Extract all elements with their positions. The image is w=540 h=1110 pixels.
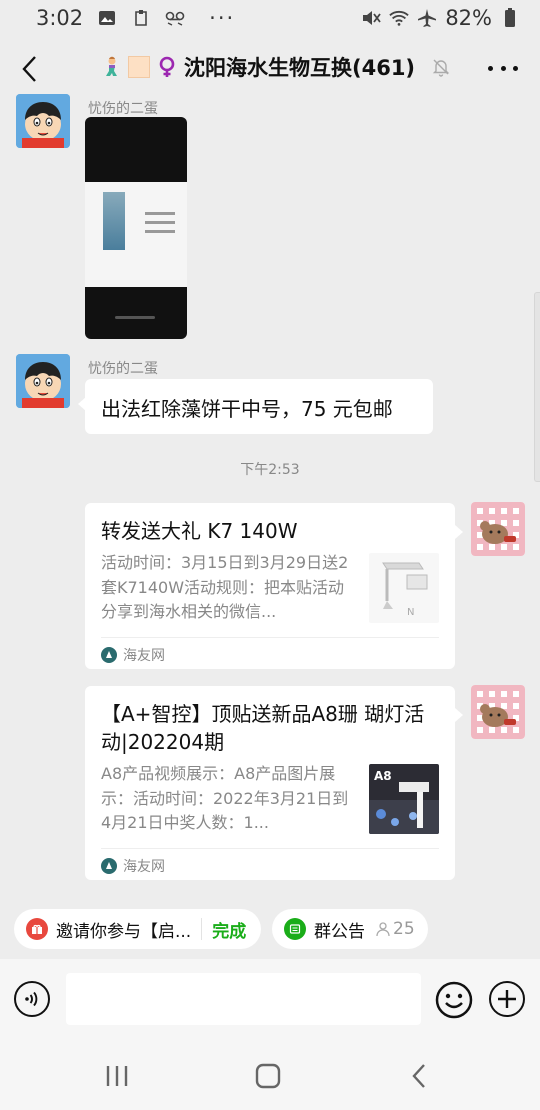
smiley-icon	[435, 981, 473, 1019]
gift-icon	[26, 918, 48, 940]
peach-square-icon	[128, 56, 150, 78]
back-arrow-icon	[412, 1064, 425, 1088]
card-thumbnail: N	[369, 553, 439, 623]
card-thumbnail: A8	[369, 764, 439, 834]
sender-avatar[interactable]	[16, 94, 70, 148]
home-indicator-bar	[115, 316, 155, 319]
message-input[interactable]	[66, 973, 421, 1025]
more-dot	[513, 65, 518, 71]
group-notice-text: 群公告	[314, 921, 365, 942]
a8-coral-light-icon: A8	[369, 764, 439, 834]
mermaid-icon	[100, 56, 122, 78]
notice-reader-count: 25	[375, 919, 415, 939]
haiyou-logo-icon	[101, 857, 117, 874]
recent-apps-button[interactable]	[102, 1061, 132, 1091]
announcement-icon	[284, 918, 306, 940]
female-sign-icon	[156, 56, 178, 78]
wifi-icon	[389, 8, 410, 28]
battery-percent: 82%	[445, 6, 492, 30]
chat-title[interactable]: 沈阳海水生物互换(461)	[100, 52, 451, 82]
link-card[interactable]: 【A+智控】顶贴送新品A8珊 瑚灯活动|202204期 A8产品视频展示：A8产…	[85, 686, 463, 882]
back-button[interactable]	[14, 54, 44, 84]
svg-text:N: N	[407, 607, 414, 618]
thumb-label: A8	[374, 769, 392, 783]
invite-chip[interactable]: 邀请你参与【启... 完成	[14, 909, 261, 949]
system-nav-bar	[0, 1041, 540, 1110]
more-dot	[500, 65, 506, 71]
invite-text: 邀请你参与【启...	[56, 921, 192, 942]
chip-divider	[201, 918, 203, 940]
system-back-button[interactable]	[404, 1061, 434, 1091]
home-icon	[255, 1063, 281, 1089]
notice-count-value: 25	[393, 919, 415, 939]
bell-off-icon	[431, 57, 451, 77]
my-avatar[interactable]	[471, 502, 525, 556]
card-title: 转发送大礼 K7 140W	[101, 519, 298, 543]
image-icon	[97, 8, 117, 28]
status-overflow: ···	[209, 6, 236, 30]
card-description: A8产品视频展示：A8产品图片展示：活动时间：2022年3月21日到4月21日中…	[101, 764, 349, 832]
chevron-left-icon	[22, 56, 36, 82]
time-divider: 下午2:53	[240, 462, 300, 478]
sender-avatar[interactable]	[16, 354, 70, 408]
airplane-icon	[417, 8, 437, 28]
clipboard-icon	[131, 8, 151, 28]
more-button[interactable]	[488, 58, 518, 78]
gingham-bear-avatar-icon	[471, 685, 525, 739]
mute-icon	[361, 8, 382, 28]
sender-name: 忧伤的二蛋	[88, 361, 158, 377]
card-description: 活动时间：3月15日到3月29日送2套K7140W活动规则：把本贴活动分享到海水…	[101, 553, 349, 621]
edge-panel-handle[interactable]	[534, 292, 540, 482]
plus-icon	[498, 990, 516, 1008]
image-message[interactable]	[85, 117, 187, 339]
aquarium-light-icon: N	[369, 553, 439, 623]
text-message-bubble[interactable]: 出法红除藻饼干中号，75 元包邮	[78, 379, 433, 434]
sender-name: 忧伤的二蛋	[88, 101, 158, 117]
invite-done-button[interactable]: 完成	[212, 917, 246, 942]
haiyou-logo-icon	[101, 646, 117, 663]
home-button[interactable]	[253, 1061, 283, 1091]
gingham-bear-avatar-icon	[471, 502, 525, 556]
emoji-button[interactable]	[435, 981, 473, 1019]
battery-icon	[500, 8, 520, 28]
product-thumbnail	[103, 192, 125, 250]
more-dot	[488, 65, 493, 71]
chat-header: 沈阳海水生物互换(461)	[0, 36, 540, 102]
card-source: 海友网	[101, 848, 439, 882]
link-card[interactable]: 转发送大礼 K7 140W 活动时间：3月15日到3月29日送2套K7140W活…	[85, 503, 463, 671]
chat-title-text: 沈阳海水生物互换(461)	[184, 56, 416, 80]
person-icon	[376, 922, 390, 937]
recent-apps-icon	[106, 1066, 128, 1086]
text-lines	[145, 212, 175, 239]
input-bar	[0, 959, 540, 1041]
quick-action-bar: 邀请你参与【启... 完成 群公告 25	[0, 897, 540, 959]
voice-wave-icon	[25, 991, 38, 1007]
group-notice-chip[interactable]: 群公告 25	[272, 909, 428, 949]
card-source: 海友网	[101, 637, 439, 671]
card-title: 【A+智控】顶贴送新品A8珊 瑚灯活动|202204期	[101, 702, 425, 754]
voice-input-button[interactable]	[14, 981, 50, 1017]
more-functions-button[interactable]	[489, 981, 525, 1017]
cartoon-boy-avatar-icon	[16, 354, 70, 408]
my-avatar[interactable]	[471, 685, 525, 739]
voicemail-icon	[165, 8, 185, 28]
status-bar: 3:02 ··· 82%	[0, 0, 540, 36]
status-time: 3:02	[36, 6, 84, 30]
card-source-name: 海友网	[123, 858, 165, 875]
cartoon-boy-avatar-icon	[16, 94, 70, 148]
image-preview-screen	[85, 182, 187, 287]
card-source-name: 海友网	[123, 647, 165, 664]
